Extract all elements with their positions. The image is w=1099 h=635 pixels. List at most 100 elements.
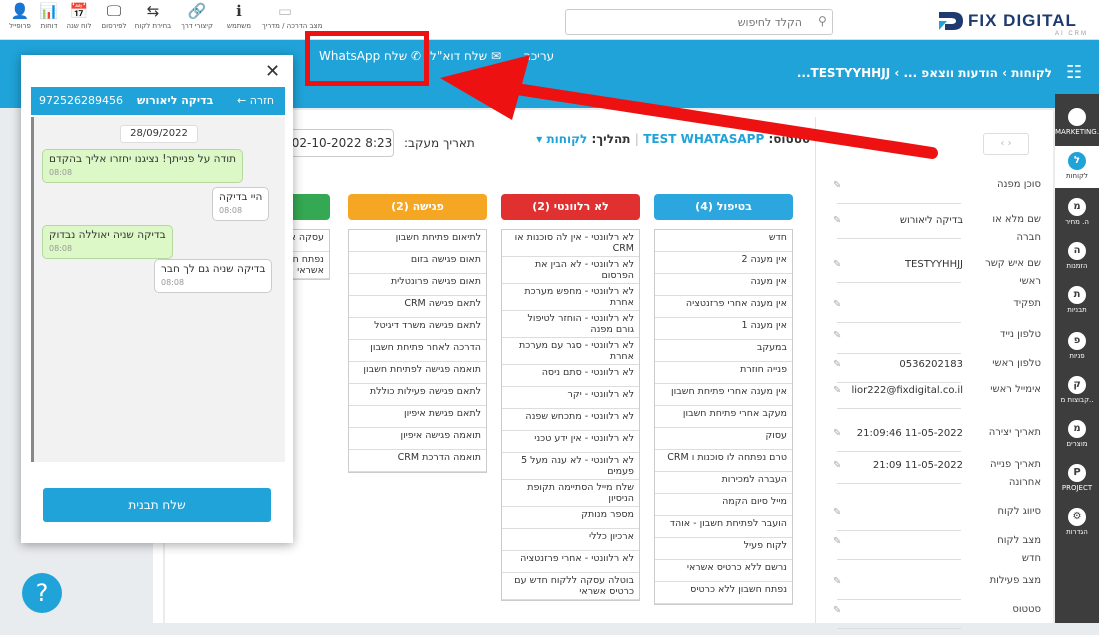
status-option[interactable]: לא רלוונטי - הוחזר לטיפול גורם מפנה: [502, 311, 639, 338]
field-value[interactable]: TESTYYHHJJ: [823, 259, 963, 270]
sidebar-item-1[interactable]: ל לקוחות: [1055, 146, 1099, 188]
field-value[interactable]: 0536202183: [823, 359, 963, 370]
status-option[interactable]: לתיאום פתיחת חשבון: [349, 230, 486, 252]
status-option[interactable]: לא רלוונטי - מחפש מערכת אחרת: [502, 284, 639, 311]
chat-back-button[interactable]: חזרה ←: [237, 87, 274, 115]
edit-pencil-icon[interactable]: ✎: [833, 507, 841, 518]
status-option[interactable]: לתאם פגישה CRM: [349, 296, 486, 318]
status-option[interactable]: טרם נפתחה לו סוכנות ו CRM: [655, 450, 792, 472]
status-option[interactable]: אין מענה 2: [655, 252, 792, 274]
status-option[interactable]: לא רלוונטי - אחרי פרזנטציה: [502, 551, 639, 573]
status-option[interactable]: מייל סיום הקמה: [655, 494, 792, 516]
reports-button[interactable]: 📊 דוחות: [36, 2, 62, 31]
status-option[interactable]: לא רלוונטי - אין ידע טכני: [502, 431, 639, 453]
status-option[interactable]: לתאם פגישה פעילות כוללת: [349, 384, 486, 406]
process-dropdown[interactable]: לקוחות ▾: [536, 132, 587, 146]
status-option[interactable]: אין מענה אחרי פתיחת חשבון: [655, 384, 792, 406]
status-option[interactable]: נרשם ללא כרטיס אשראי: [655, 560, 792, 582]
help-button[interactable]: ?: [22, 573, 62, 613]
status-option[interactable]: חדש: [655, 230, 792, 252]
status-option[interactable]: הועבר לפתיחת חשבון - אוהד: [655, 516, 792, 538]
status-option[interactable]: הדרכה לאחר פתיחת חשבון: [349, 340, 486, 362]
sidebar-item-7[interactable]: מ מוצרים: [1055, 414, 1099, 456]
sidebar-item-6[interactable]: ק קבוצות מ..: [1055, 370, 1099, 412]
field-value[interactable]: 11-05-2022 21:09: [823, 460, 963, 471]
status-option[interactable]: תואמה פגישה איפיון: [349, 428, 486, 450]
users-icon[interactable]: ☷: [1066, 62, 1082, 83]
edit-button[interactable]: עריכה: [523, 49, 554, 63]
status-option[interactable]: לא רלוונטי - אין לה סוכנות או CRM: [502, 230, 639, 257]
edit-pencil-icon[interactable]: ✎: [833, 180, 841, 191]
status-option[interactable]: פנייה חוזרת: [655, 362, 792, 384]
followup-date-field[interactable]: 02-10-2022 8:23: [290, 129, 394, 157]
edit-pencil-icon[interactable]: ✎: [833, 299, 841, 310]
status-option[interactable]: מספר מנותק: [502, 507, 639, 529]
status-option[interactable]: בוטלה עסקה ללקוח חדש עם כרטיס אשראי: [502, 573, 639, 600]
sidebar-item-5[interactable]: פ פניות: [1055, 326, 1099, 368]
status-option[interactable]: עסוק: [655, 428, 792, 450]
record-nav-arrows[interactable]: ‹ ›: [983, 133, 1029, 155]
sidebar-item-0[interactable]: MARKETING..: [1055, 102, 1099, 144]
choose-client-button[interactable]: ⇆ בחירת לקוח: [134, 2, 172, 31]
edit-pencil-icon[interactable]: ✎: [833, 576, 841, 587]
field-label: מצב לקוח חדש: [997, 535, 1041, 564]
close-icon[interactable]: ✕: [265, 61, 280, 82]
field-value[interactable]: 11-05-2022 21:09:46: [823, 428, 963, 439]
edit-pencil-icon[interactable]: ✎: [833, 330, 841, 341]
status-value[interactable]: TEST WHATASAPP: [643, 132, 764, 146]
edit-pencil-icon[interactable]: ✎: [833, 428, 841, 439]
field-value[interactable]: lior222@fixdigital.co.il: [823, 385, 963, 396]
edit-pencil-icon[interactable]: ✎: [833, 460, 841, 471]
status-option[interactable]: העברה למכירות: [655, 472, 792, 494]
status-option[interactable]: לא רלוונטי - סתם ניסה: [502, 365, 639, 387]
status-option[interactable]: נפתח חשבון ללא כרטיס: [655, 582, 792, 604]
message-time: 08:08: [49, 168, 73, 177]
status-option[interactable]: לא רלוונטי - לא הבין את הפרסום: [502, 257, 639, 284]
status-option[interactable]: לקוח פעיל: [655, 538, 792, 560]
status-option[interactable]: לא רלוונטי - סגר עם מערכת אחרת: [502, 338, 639, 365]
status-option[interactable]: מעקב אחרי פתיחת חשבון: [655, 406, 792, 428]
status-option[interactable]: לתאם פגישה משרד דיגיטל: [349, 318, 486, 340]
status-option[interactable]: לא רלוונטי - לא ענה מעל 5 פעמים: [502, 453, 639, 480]
status-option[interactable]: לתאם פגישת איפיון: [349, 406, 486, 428]
sidebar-item-4[interactable]: ת תבניות: [1055, 280, 1099, 322]
column-header[interactable]: בטיפול (4): [654, 194, 793, 220]
field-row: תאריך פנייה אחרונה 11-05-2022 21:09 ✎: [815, 450, 1053, 490]
user-button[interactable]: ℹ משתמש: [222, 2, 256, 31]
status-option[interactable]: תאום פגישה בזום: [349, 252, 486, 274]
sidebar-item-8[interactable]: P PROJECT: [1055, 458, 1099, 500]
status-option[interactable]: אין מענה 1: [655, 318, 792, 340]
breadcrumb[interactable]: לקוחות › הודעות ווצאפ ... › TESTYYHHJJ..…: [797, 66, 1052, 80]
status-option[interactable]: תואמה פגישה לפתיחת חשבון: [349, 362, 486, 384]
search-input[interactable]: [565, 9, 833, 35]
column-header[interactable]: פגישה (2): [348, 194, 487, 220]
sidebar-item-2[interactable]: מ ה. מחיר: [1055, 192, 1099, 234]
edit-pencil-icon[interactable]: ✎: [833, 536, 841, 547]
status-option[interactable]: לא רלוונטי - יקר: [502, 387, 639, 409]
edit-pencil-icon[interactable]: ✎: [833, 359, 841, 370]
calendar-button[interactable]: 📅 לוח שנה: [64, 2, 94, 31]
edit-pencil-icon[interactable]: ✎: [833, 605, 841, 616]
sidebar-item-9[interactable]: ⚙ הגדרות: [1055, 502, 1099, 544]
send-template-button[interactable]: שלח תבנית: [43, 488, 271, 522]
field-value[interactable]: בדיקה ליאורוש: [823, 215, 963, 226]
status-option[interactable]: ארכיון כללי: [502, 529, 639, 551]
status-option[interactable]: שלח מייל הסתיימה תקופת הניסיון: [502, 480, 639, 507]
status-option[interactable]: לא רלוונטי - מתכחש שפנה: [502, 409, 639, 431]
edit-pencil-icon[interactable]: ✎: [833, 215, 841, 226]
edit-pencil-icon[interactable]: ✎: [833, 385, 841, 396]
status-option[interactable]: במעקב: [655, 340, 792, 362]
profile-button[interactable]: 👤 פרופייל: [6, 2, 34, 31]
column-header[interactable]: לא רלוונטי (2): [501, 194, 640, 220]
status-option[interactable]: אין מענה: [655, 274, 792, 296]
status-option[interactable]: תאום פגישה פרונטלית: [349, 274, 486, 296]
send-whatsapp-button[interactable]: ✆ שלח WhatsApp: [319, 49, 421, 63]
sidebar-item-3[interactable]: ה הזמנות: [1055, 236, 1099, 278]
shortcuts-button[interactable]: 🔗 קיצורי דרך: [174, 2, 220, 31]
send-email-button[interactable]: ✉ שלח דוא"ל: [430, 49, 501, 63]
edit-pencil-icon[interactable]: ✎: [833, 259, 841, 270]
status-option[interactable]: אין מענה אחרי פרזנטציה: [655, 296, 792, 318]
guide-toggle[interactable]: ▭ מצב הדרכה / מדריך: [262, 2, 322, 31]
publish-button[interactable]: 🖵 לפירסום: [96, 2, 132, 31]
status-option[interactable]: תואמה הדרכת CRM: [349, 450, 486, 472]
